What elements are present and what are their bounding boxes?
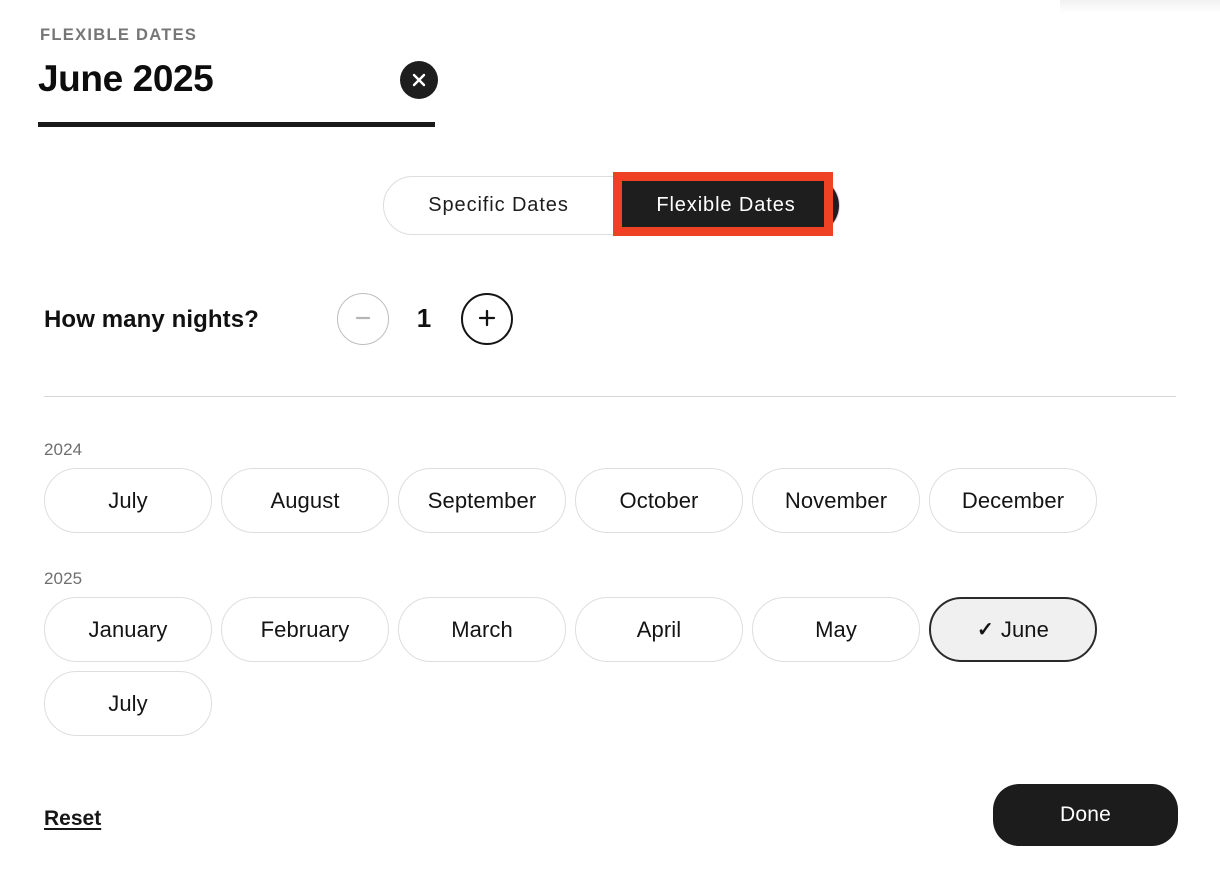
month-chip-march-2025[interactable]: ✓ March [398,597,566,662]
month-chip-label: April [636,616,682,642]
reset-button[interactable]: Reset [42,803,103,835]
panel-eyebrow-label: FLEXIBLE DATES [40,26,198,44]
flexible-dates-panel: FLEXIBLE DATES June 2025 Specific Dates … [0,0,1220,882]
year-label-2024: 2024 [44,440,83,459]
month-chip-label: June [1000,616,1049,642]
month-chip-may-2025[interactable]: ✓ May [752,597,920,662]
section-divider [44,396,1176,397]
month-group-2024: 2024 ✓ July ✓ August ✓ September ✓ Octob… [44,440,1184,533]
month-chip-label: July [108,487,148,513]
month-chip-february-2025[interactable]: ✓ February [221,597,389,662]
close-x-icon [410,71,428,89]
month-chip-august-2024[interactable]: ✓ August [221,468,389,533]
done-button[interactable]: Done [993,784,1178,846]
nights-increment-button[interactable] [461,293,513,345]
month-chip-label: October [619,487,699,513]
month-chip-label: January [88,616,168,642]
close-button[interactable] [400,61,438,99]
panel-top-shadow [1060,0,1220,14]
month-chip-october-2024[interactable]: ✓ October [575,468,743,533]
month-chips-row-2025: ✓ January ✓ February ✓ March ✓ April ✓ M… [44,597,1184,736]
month-group-2025: 2025 ✓ January ✓ February ✓ March ✓ Apri… [44,569,1184,736]
month-chip-june-2025[interactable]: ✓ June [929,597,1097,662]
month-chip-november-2024[interactable]: ✓ November [752,468,920,533]
check-icon: ✓ [977,618,994,641]
month-chip-january-2025[interactable]: ✓ January [44,597,212,662]
month-chip-july-2024[interactable]: ✓ July [44,468,212,533]
nights-value: 1 [416,303,432,333]
month-chip-label: August [270,487,340,513]
minus-icon [353,308,373,331]
month-chip-label: November [784,487,888,513]
month-chip-label: February [260,616,350,642]
month-chip-december-2024[interactable]: ✓ December [929,468,1097,533]
month-chips-row-2024: ✓ July ✓ August ✓ September ✓ October ✓ … [44,468,1184,533]
nights-decrement-button[interactable] [337,293,389,345]
month-chip-april-2025[interactable]: ✓ April [575,597,743,662]
month-chip-label: May [815,616,857,642]
plus-icon [476,307,498,332]
date-mode-tabs: Specific Dates Flexible Dates [383,176,840,235]
month-chip-label: September [427,487,537,513]
nights-question-label: How many nights? [44,306,259,333]
month-chip-july-2025[interactable]: ✓ July [44,671,212,736]
year-label-2025: 2025 [44,569,83,588]
page-title: June 2025 [38,58,214,99]
month-chip-label: March [451,616,513,642]
tab-flexible-dates[interactable]: Flexible Dates [613,177,839,234]
title-underline-bar [38,122,435,127]
month-chip-september-2024[interactable]: ✓ September [398,468,566,533]
month-chip-label: July [108,690,148,716]
tab-specific-dates[interactable]: Specific Dates [384,177,613,234]
month-chip-label: December [961,487,1065,513]
